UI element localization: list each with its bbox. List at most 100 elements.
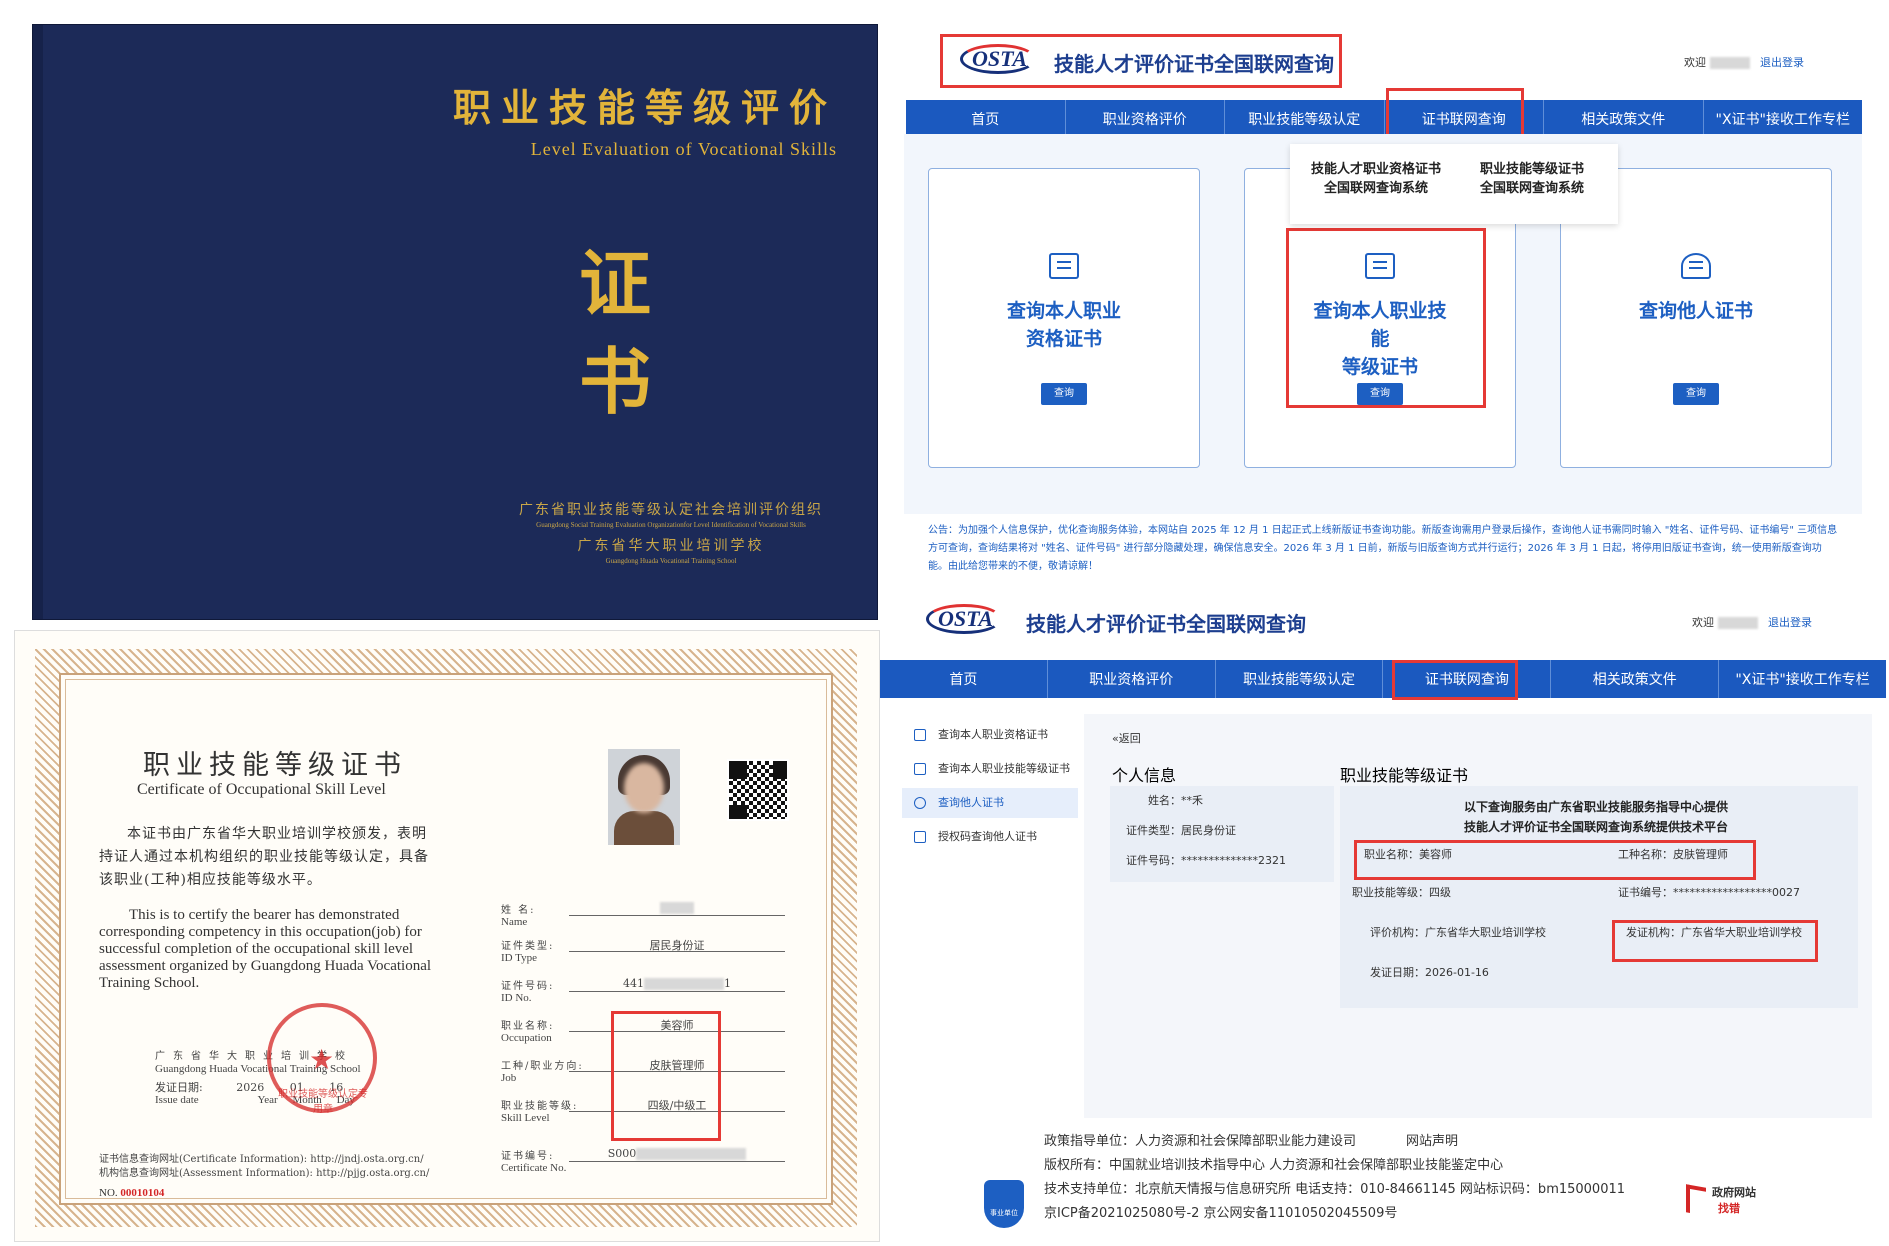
nav-x-cert[interactable]: "X证书"接收工作专栏	[1718, 660, 1886, 698]
dropdown-item-qualification[interactable]: 技能人才职业资格证书 全国联网查询系统	[1296, 160, 1456, 198]
user-icon	[1681, 253, 1711, 279]
user-welcome: 欢迎 退出登录	[1692, 614, 1812, 630]
field-skill-level: 职业技能等级: Skill Level 四级/中级工	[501, 1097, 785, 1124]
certificate-serial: NO. 00010104	[99, 1187, 164, 1199]
card-title: 查询他人证书	[1638, 300, 1753, 322]
nav-skill-level[interactable]: 职业技能等级认定	[1214, 660, 1383, 698]
cover-subtitle: Level Evaluation of Vocational Skills	[530, 139, 837, 159]
query-button[interactable]: 查询	[1041, 383, 1087, 405]
person-name: 姓名：**禾	[1148, 794, 1203, 807]
logout-link[interactable]: 退出登录	[1768, 616, 1812, 629]
field-skill-label: 职业技能等级:	[501, 1101, 579, 1112]
field-occupation-en: Occupation	[501, 1032, 552, 1044]
cert-header: 职业技能等级证书	[1340, 766, 1469, 785]
field-name: 姓 名: Name	[501, 901, 785, 928]
cover-school-cn: 广东省华大职业培训学校	[577, 538, 765, 554]
field-id-type-en: ID Type	[501, 952, 537, 964]
sidebar-item-own-skill[interactable]: 查询本人职业技能等级证书	[902, 754, 1078, 784]
cover-character-2: 书	[578, 339, 651, 424]
footer-icp: 京ICP备2021025080号-2 京公网安备11010502045509号	[1044, 1206, 1398, 1221]
highlight-box	[1612, 920, 1818, 962]
cover-org-en: Guangdong Social Training Evaluation Org…	[536, 521, 806, 529]
field-certno-label: 证书编号:	[501, 1151, 555, 1162]
nav-policy[interactable]: 相关政策文件	[1543, 100, 1703, 138]
field-name-en: Name	[501, 916, 528, 928]
gov-site-find-error-badge[interactable]: 政府网站 找错	[1686, 1184, 1756, 1218]
nav-skill-level[interactable]: 职业技能等级认定	[1224, 100, 1384, 138]
nav-qualification[interactable]: 职业资格评价	[1064, 100, 1225, 138]
nav-home[interactable]: 首页	[880, 660, 1047, 698]
cover-school-en: Guangdong Huada Vocational Training Scho…	[605, 557, 737, 565]
osta-logo: OSTA	[938, 606, 994, 631]
nav-qualification[interactable]: 职业资格评价	[1046, 660, 1215, 698]
certificate-links: 证书信息查询网址(Certificate Information): http:…	[99, 1153, 429, 1181]
sidebar-item-others[interactable]: 查询他人证书	[902, 788, 1078, 818]
cover-organization: 广东省职业技能等级认定社会培训评价组织 Guangdong Social Tra…	[519, 499, 823, 565]
seal-star-icon: ★	[309, 1043, 335, 1076]
sidebar-item-authcode[interactable]: 授权码查询他人证书	[902, 822, 1078, 852]
field-name-value	[569, 901, 785, 914]
person-id-no: 证件号码：**************2321	[1126, 854, 1286, 867]
serial-number: 00010104	[120, 1187, 165, 1199]
highlight-box	[940, 34, 1342, 88]
nav-x-cert[interactable]: "X证书"接收工作专栏	[1702, 100, 1863, 138]
person-id-type: 证件类型：居民身份证	[1126, 824, 1236, 837]
field-id-no-en: ID No.	[501, 992, 532, 1004]
find-error-label: 找错	[1718, 1202, 1740, 1215]
certificate-cover: 职业技能等级评价 Level Evaluation of Vocational …	[32, 24, 878, 620]
nav-home[interactable]: 首页	[906, 100, 1065, 138]
card-title: 查询本人职业 资格证书	[1006, 300, 1121, 350]
sidebar-item-own-qualification[interactable]: 查询本人职业资格证书	[902, 720, 1078, 750]
field-id-no-label: 证件号码:	[501, 981, 555, 992]
field-certificate-no: 证书编号: Certificate No. S000	[501, 1147, 785, 1174]
query-dropdown-menu: 技能人才职业资格证书 全国联网查询系统 职业技能等级证书 全国联网查询系统	[1290, 144, 1618, 224]
dropdown-item-skill-level[interactable]: 职业技能等级证书 全国联网查询系统	[1452, 160, 1612, 198]
back-link[interactable]: «返回	[1112, 730, 1141, 746]
certificate-icon	[1049, 253, 1079, 279]
welcome-text: 欢迎	[1684, 56, 1706, 69]
personal-info-panel: 姓名：**禾 证件类型：居民身份证 证件号码：**************232…	[1110, 786, 1334, 882]
main-nav: 首页 职业资格评价 职业技能等级认定 证书联网查询 相关政策文件 "X证书"接收…	[880, 660, 1886, 698]
certno-start: S000	[607, 1147, 637, 1160]
field-occupation-label: 职业名称:	[501, 1021, 555, 1032]
issue-date-en-label: Issue date	[155, 1094, 199, 1106]
site-statement-link[interactable]: 网站声明	[1406, 1134, 1458, 1149]
seal-text: 职业技能等级认定专用章	[278, 1089, 368, 1115]
cover-org-cn: 广东省职业技能等级认定社会培训评价组织	[519, 502, 823, 518]
cert-issue-date: 发证日期：2026-01-16	[1370, 966, 1489, 979]
cover-character-1: 证	[578, 241, 651, 326]
field-name-label: 姓 名:	[501, 905, 536, 916]
query-portal-result: OSTA 技能人才评价证书全国联网查询 欢迎 退出登录 首页 职业资格评价 职业技…	[880, 590, 1886, 1244]
official-seal: ★ 职业技能等级认定专用章	[267, 1003, 377, 1115]
logout-link[interactable]: 退出登录	[1760, 56, 1804, 69]
certificate-page: 职业技能等级证书 Certificate of Occupational Ski…	[14, 630, 880, 1242]
certificate-title-cn: 职业技能等级证书	[143, 750, 407, 781]
certificate-body-cn: 本证书由广东省华大职业培训学校颁发，表明持证人通过本机构组织的职业技能等级认定，…	[99, 826, 429, 888]
field-certno-value: S000	[569, 1147, 785, 1160]
cover-title: 职业技能等级评价	[452, 85, 837, 130]
public-institution-emblem-icon: 事业单位	[984, 1180, 1024, 1228]
flag-icon	[1686, 1184, 1706, 1216]
field-job-en: Job	[501, 1072, 517, 1084]
id-no-end: 1	[724, 977, 731, 990]
notice-text: 公告：为加强个人信息保护，优化查询服务体验，本网站自 2025 年 12 月 1…	[928, 525, 1838, 572]
document-icon	[914, 763, 926, 775]
highlight-box	[1386, 88, 1524, 140]
sidebar: 查询本人职业资格证书 查询本人职业技能等级证书 查询他人证书 授权码查询他人证书	[894, 714, 1084, 1118]
provider-line-2: 技能人才评价证书全国联网查询系统提供技术平台	[1464, 820, 1729, 834]
nav-policy[interactable]: 相关政策文件	[1550, 660, 1718, 698]
certificate-title-en: Certificate of Occupational Skill Level	[137, 781, 386, 798]
highlight-box	[1392, 660, 1518, 700]
cert-skill-level: 职业技能等级：四级	[1352, 886, 1451, 899]
personal-info-header: 个人信息	[1112, 766, 1177, 785]
issue-date-label: 发证日期:	[155, 1081, 203, 1094]
field-id-no: 证件号码: ID No. 441 1	[501, 977, 785, 1004]
card-own-qualification[interactable]: 查询本人职业 资格证书 查询	[928, 168, 1200, 468]
field-id-type-label: 证件类型:	[501, 941, 555, 952]
query-button[interactable]: 查询	[1673, 383, 1719, 405]
field-skill-en: Skill Level	[501, 1112, 550, 1124]
certificate-body-en: This is to certify the bearer has demons…	[99, 907, 432, 991]
footer-copyright: 版权所有：中国就业培训技术指导中心 人力资源和社会保障部职业技能鉴定中心	[1044, 1158, 1504, 1173]
field-certno-en: Certificate No.	[501, 1162, 567, 1174]
field-id-no-value: 441 1	[569, 977, 785, 990]
